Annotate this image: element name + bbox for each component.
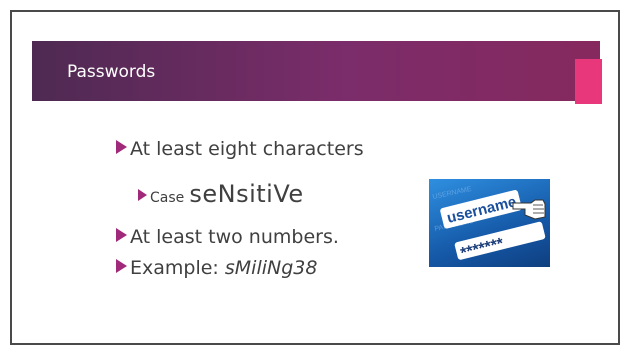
login-illustration: USERNAME PASSWORD username ******* [429,179,550,267]
password-field: ******* [454,221,546,262]
bullet-triangle-icon [116,259,127,273]
example-password: sMiliNg38 [224,257,318,279]
case-label: Case [150,190,185,206]
hand-pointer-icon [512,199,546,220]
bullet-text: At least two numbers. [130,226,339,248]
accent-tab [575,59,602,104]
login-illustration-svg: USERNAME PASSWORD username ******* [432,186,546,262]
example-label: Example: [130,257,225,279]
faint-username-label: USERNAME [432,186,473,201]
bullet-min-length: At least eight characters [116,138,364,160]
bullet-triangle-icon [138,189,147,201]
bullet-two-numbers: At least two numbers. [116,226,339,248]
slide-title: Passwords [67,62,156,82]
case-example: seNsitiVe [189,180,304,208]
bullet-triangle-icon [116,228,127,242]
bullet-example: Example: sMiliNg38 [116,257,317,279]
bullet-text: At least eight characters [130,138,364,160]
bullet-case-sensitive: Case seNsitiVe [138,180,304,208]
title-bar: Passwords [32,41,602,104]
bullet-triangle-icon [116,140,127,154]
password-mask: ******* [459,235,506,262]
